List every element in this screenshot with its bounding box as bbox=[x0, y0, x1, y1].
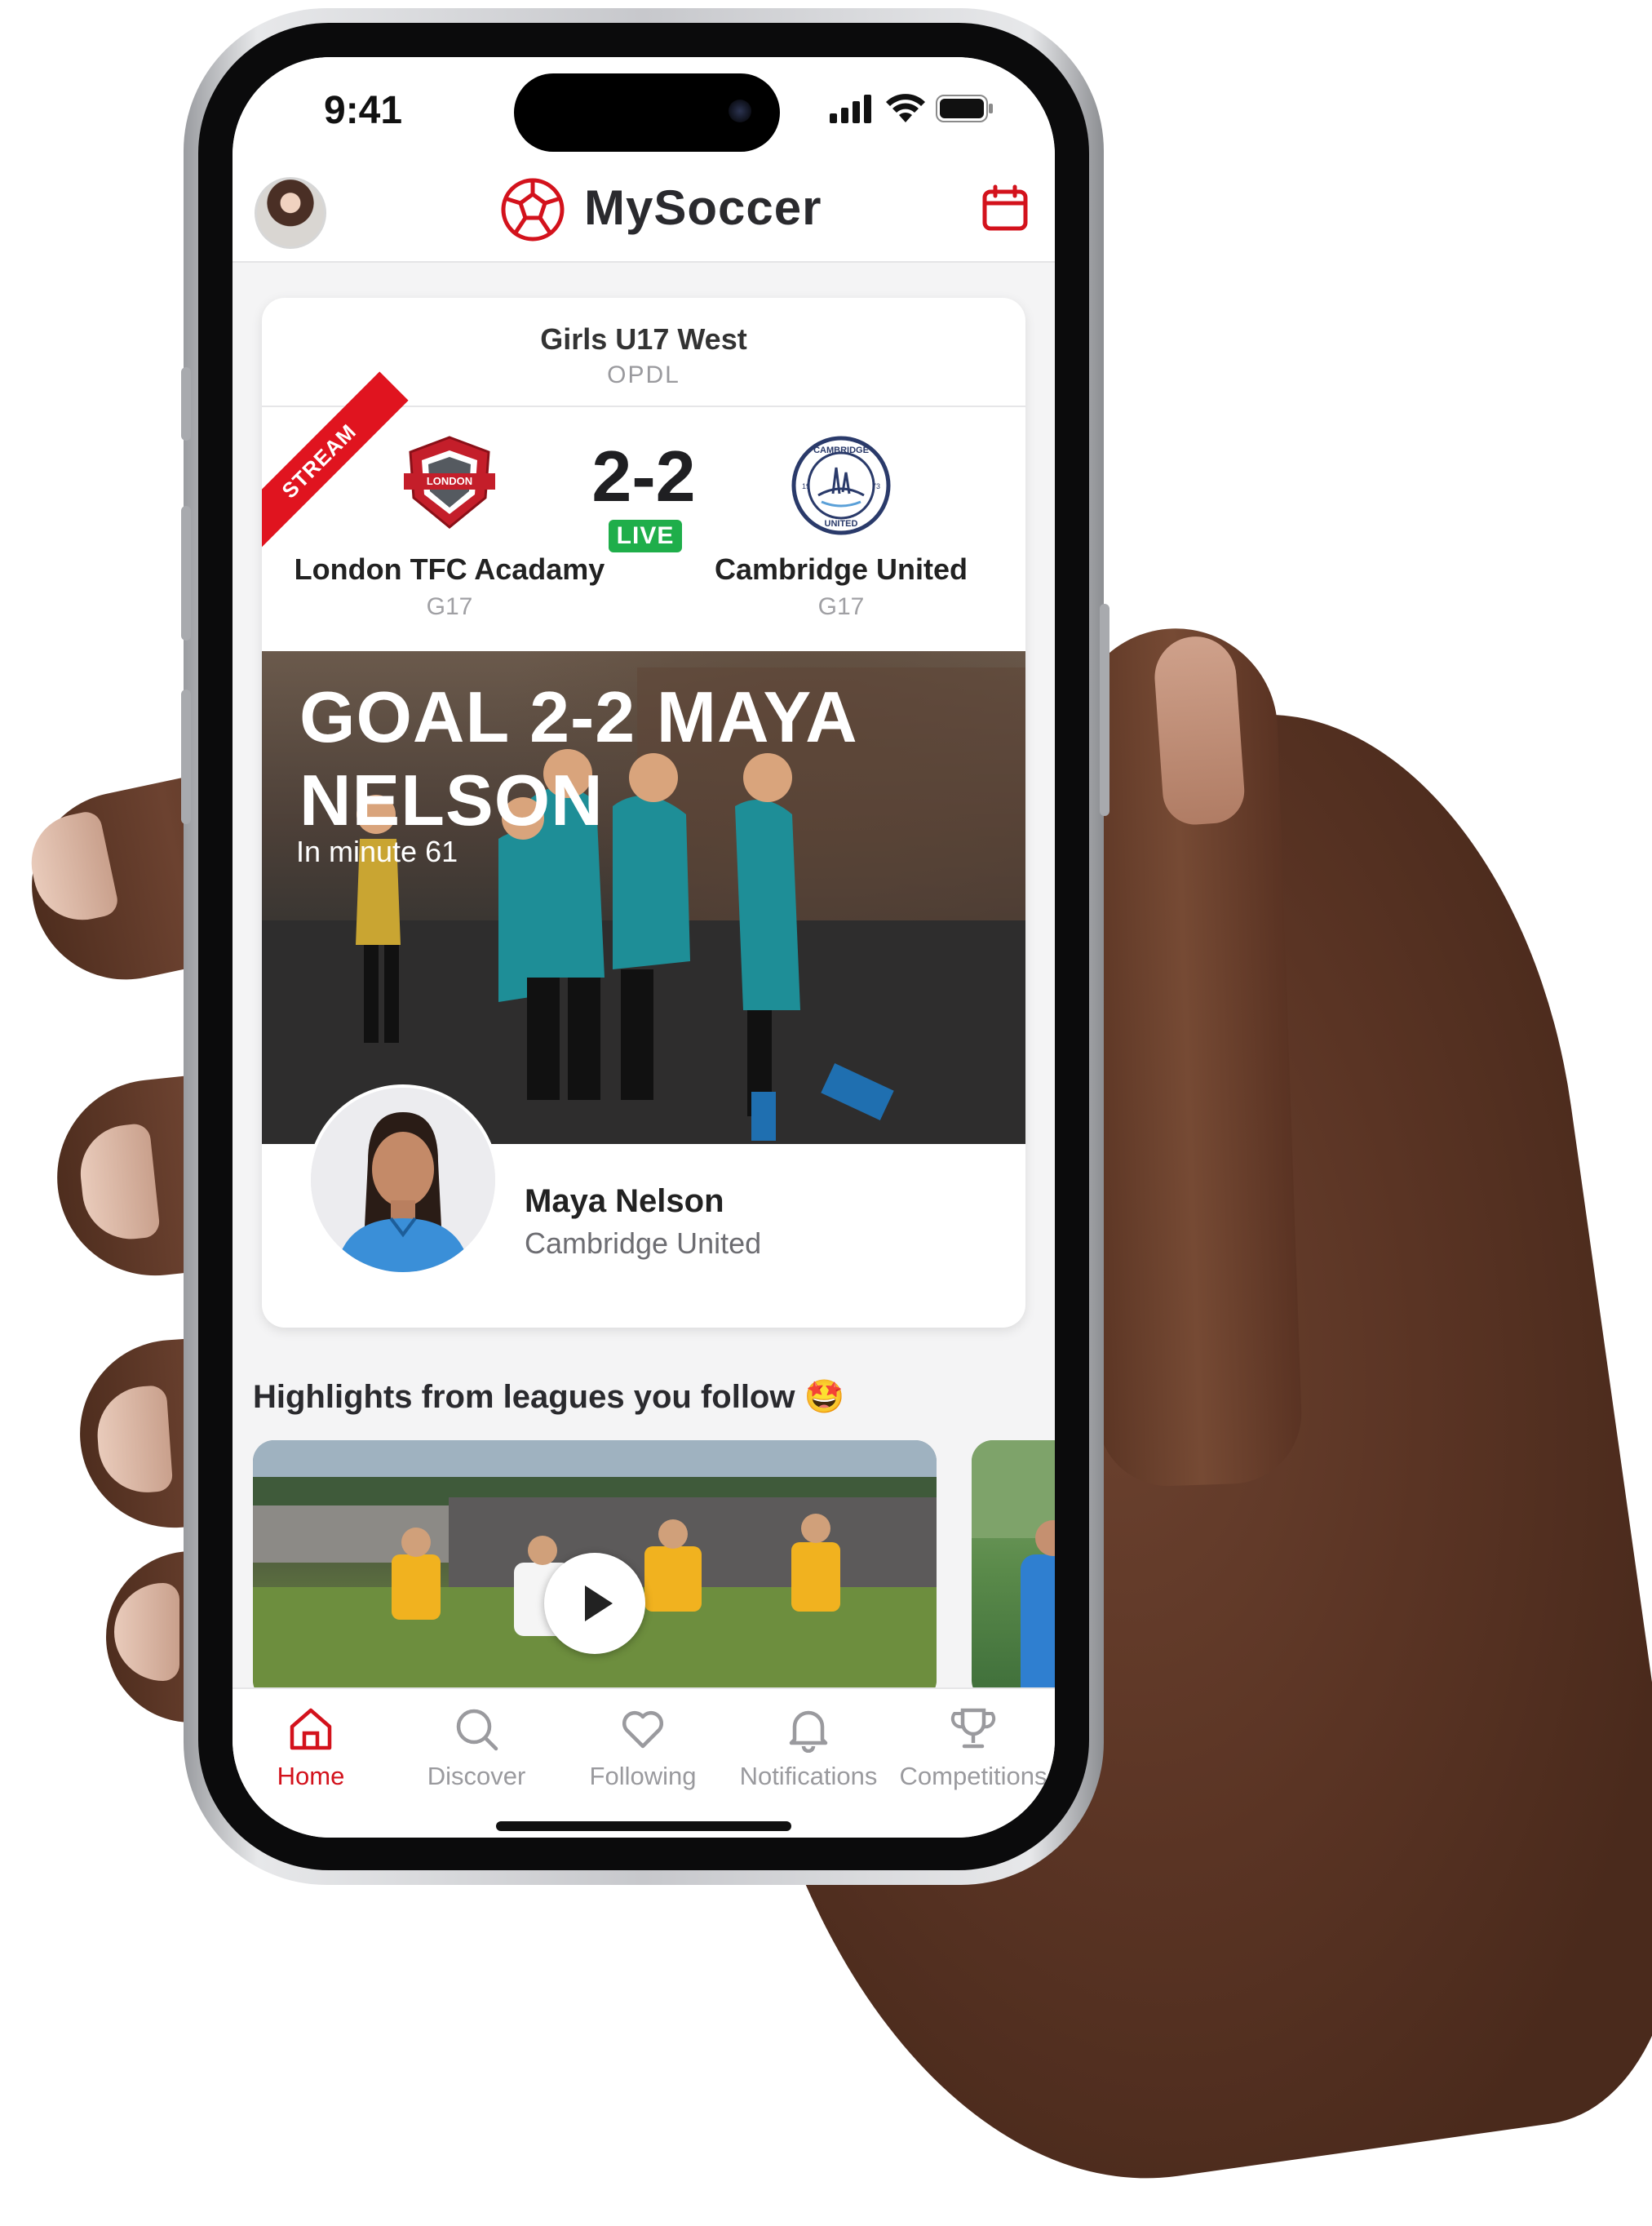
tab-following-label: Following bbox=[589, 1762, 697, 1790]
tab-discover[interactable]: Discover bbox=[395, 1705, 558, 1791]
svg-text:CAMBRIDGE: CAMBRIDGE bbox=[813, 446, 869, 455]
side-button-silent bbox=[181, 367, 191, 441]
play-button[interactable] bbox=[544, 1553, 645, 1654]
side-button-power bbox=[1100, 604, 1109, 816]
player-avatar[interactable] bbox=[308, 1084, 498, 1275]
calendar-icon[interactable] bbox=[981, 184, 1029, 232]
bell-icon bbox=[789, 1710, 828, 1754]
thumb-nail bbox=[1152, 633, 1247, 827]
tab-home[interactable]: Home bbox=[233, 1705, 392, 1791]
goal-title: GOAL 2-2 MAYA NELSON bbox=[299, 676, 856, 840]
tab-notifications-label: Notifications bbox=[739, 1762, 878, 1790]
tab-competitions[interactable]: Competitions bbox=[892, 1705, 1055, 1791]
mysoccer-logo-icon bbox=[501, 178, 565, 242]
tab-following[interactable]: Following bbox=[561, 1705, 724, 1791]
tab-home-label: Home bbox=[277, 1762, 345, 1790]
heart-icon bbox=[622, 1710, 664, 1749]
svg-text:LONDON: LONDON bbox=[427, 475, 472, 487]
trophy-icon bbox=[950, 1708, 996, 1749]
cambridge-united-crest: CAMBRIDGE UNITED 19 73 bbox=[791, 436, 891, 535]
goal-minute: In minute 61 bbox=[296, 835, 458, 868]
user-avatar[interactable] bbox=[255, 177, 326, 249]
highlights-section-title: Highlights from leagues you follow 🤩 bbox=[253, 1379, 845, 1415]
battery-icon bbox=[936, 95, 993, 122]
cellular-signal-icon bbox=[830, 95, 871, 123]
match-card[interactable]: Girls U17 West OPDL STREAM LONDON 2-2 LI… bbox=[262, 298, 1025, 1328]
home-indicator bbox=[496, 1821, 791, 1831]
home-team-group: G17 bbox=[426, 593, 473, 620]
away-team-name: Cambridge United bbox=[714, 552, 968, 586]
match-score: 2-2 bbox=[591, 436, 696, 517]
away-team-group: G17 bbox=[817, 593, 865, 620]
front-camera bbox=[729, 100, 751, 122]
svg-text:19: 19 bbox=[802, 482, 810, 490]
svg-text:73: 73 bbox=[872, 482, 880, 490]
highlight-video-card-2[interactable] bbox=[972, 1440, 1055, 1701]
tab-notifications[interactable]: Notifications bbox=[727, 1705, 890, 1791]
tab-bar: Home Discover Following Notifications Co… bbox=[233, 1687, 1055, 1838]
player-team: Cambridge United bbox=[525, 1226, 762, 1260]
highlight-scene-2 bbox=[972, 1440, 1055, 1701]
side-button-volume-down bbox=[181, 690, 191, 824]
screen: 9:41 MySoccer Girls U17 West OPDL STREAM… bbox=[233, 57, 1055, 1838]
player-portrait bbox=[311, 1088, 495, 1272]
tab-discover-label: Discover bbox=[427, 1762, 526, 1790]
goal-celebration-photo[interactable]: GOAL 2-2 MAYA NELSON In minute 61 bbox=[262, 651, 1025, 1144]
stream-ribbon: STREAM bbox=[262, 371, 409, 551]
play-icon bbox=[585, 1585, 613, 1621]
search-icon bbox=[456, 1709, 498, 1751]
tab-competitions-label: Competitions bbox=[899, 1762, 1047, 1790]
league-name: Girls U17 West bbox=[540, 322, 747, 356]
app-title: MySoccer bbox=[584, 180, 822, 235]
top-bar: 9:41 MySoccer bbox=[233, 57, 1055, 263]
live-badge: LIVE bbox=[609, 520, 682, 552]
svg-text:UNITED: UNITED bbox=[825, 519, 858, 529]
home-team-name: London TFC Acadamy bbox=[294, 552, 605, 586]
home-icon bbox=[290, 1708, 332, 1750]
highlight-video-card[interactable] bbox=[253, 1440, 937, 1701]
wifi-icon bbox=[886, 94, 925, 122]
side-button-volume-up bbox=[181, 506, 191, 641]
london-tfc-crest: LONDON bbox=[404, 436, 495, 529]
player-name: Maya Nelson bbox=[525, 1183, 724, 1219]
status-time: 9:41 bbox=[324, 89, 403, 132]
